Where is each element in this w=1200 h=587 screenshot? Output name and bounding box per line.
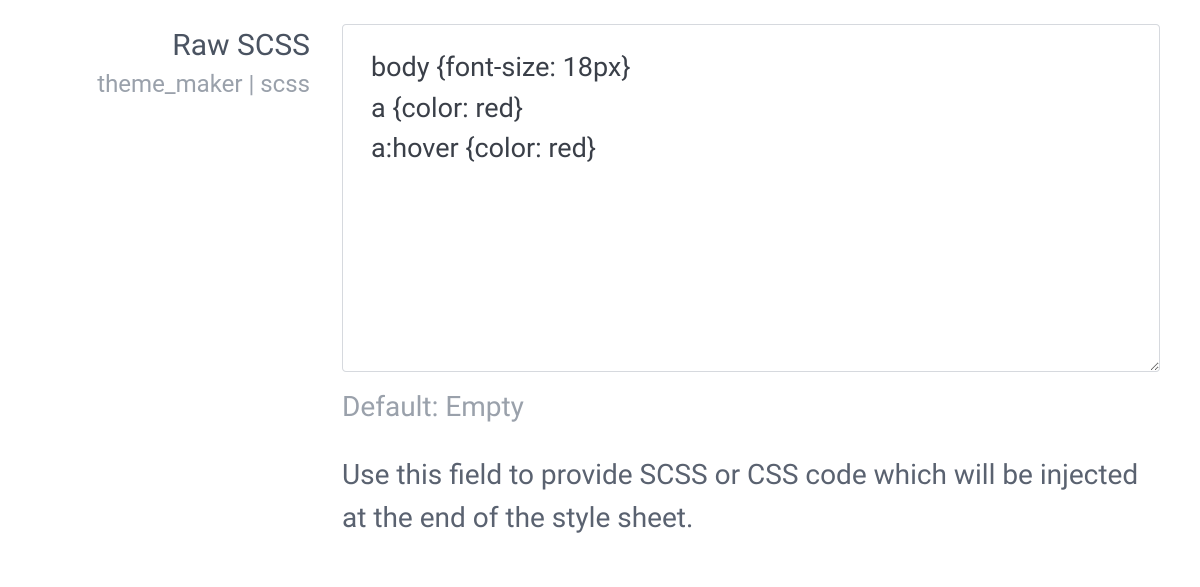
help-text: Use this field to provide SCSS or CSS co… — [342, 453, 1160, 540]
default-value-text: Default: Empty — [342, 390, 1160, 423]
raw-scss-textarea[interactable] — [342, 24, 1160, 372]
field-label: Raw SCSS — [20, 28, 310, 64]
label-column: Raw SCSS theme_maker | scss — [20, 24, 310, 540]
input-column: Default: Empty Use this field to provide… — [342, 24, 1180, 540]
form-row: Raw SCSS theme_maker | scss Default: Emp… — [0, 0, 1200, 540]
field-sublabel: theme_maker | scss — [20, 70, 310, 98]
